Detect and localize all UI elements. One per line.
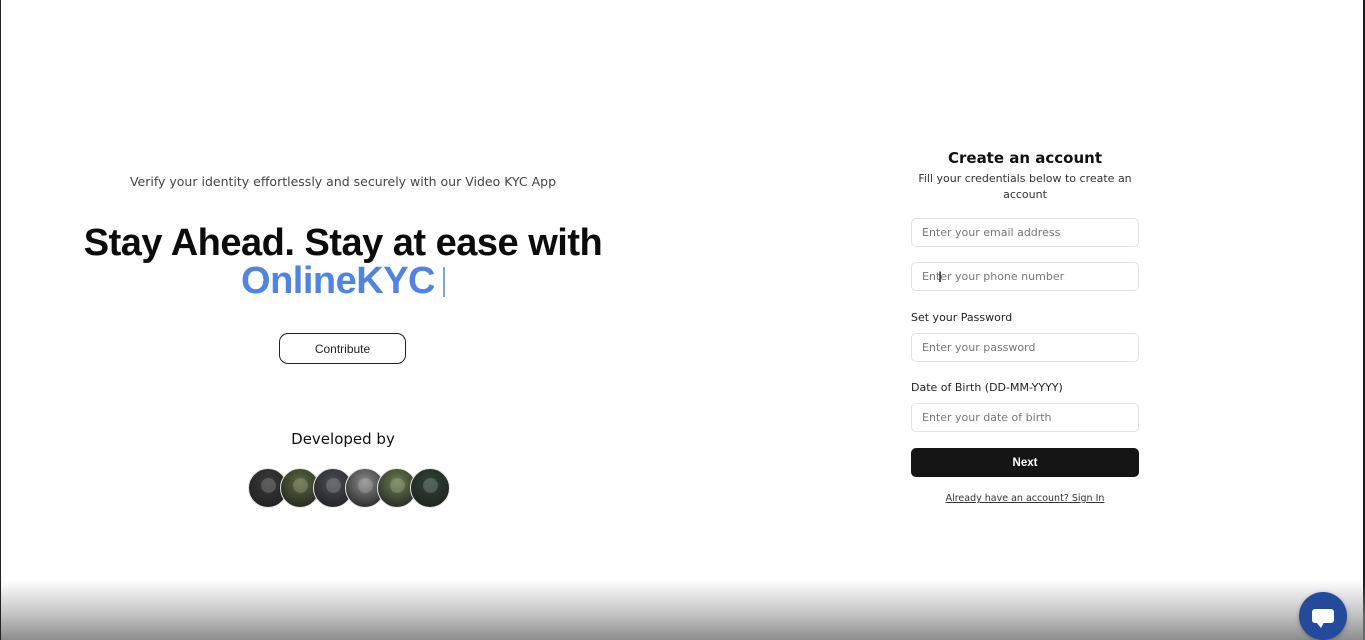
chat-bubble-icon <box>1312 609 1334 628</box>
form-subtitle: Fill your credentials below to create an… <box>918 172 1132 201</box>
chat-button[interactable] <box>1299 592 1347 640</box>
tagline: Verify your identity effortlessly and se… <box>129 174 557 189</box>
contribute-button[interactable]: Contribute <box>279 333 406 364</box>
email-input[interactable] <box>911 218 1139 247</box>
password-input[interactable] <box>911 333 1139 362</box>
password-label: Set your Password <box>911 311 1013 324</box>
phone-input[interactable] <box>911 262 1139 291</box>
developed-by-heading: Developed by <box>291 430 395 448</box>
dob-label: Date of Birth (DD-MM-YYYY) <box>911 381 1063 394</box>
next-button[interactable]: Next <box>911 448 1139 477</box>
dob-input[interactable] <box>911 403 1139 432</box>
brand-line: OnlineKYC <box>1 258 685 304</box>
sign-in-link[interactable]: Already have an account? Sign In <box>911 493 1139 504</box>
typing-caret <box>442 267 445 297</box>
avatar[interactable] <box>410 468 450 508</box>
brand-name: OnlineKYC <box>241 260 435 302</box>
text-cursor-icon: I <box>938 270 943 286</box>
form-title: Create an account <box>947 149 1103 167</box>
bottom-shadow <box>1 580 1365 640</box>
